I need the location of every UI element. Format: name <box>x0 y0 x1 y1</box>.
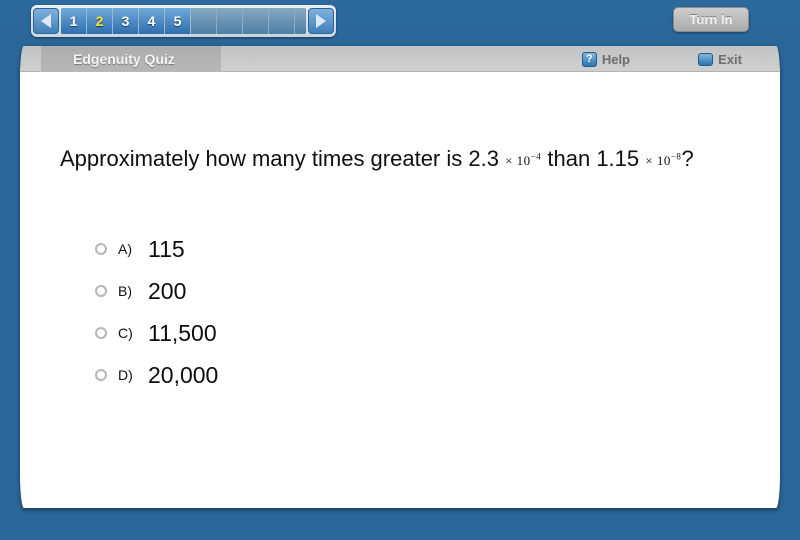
question-part-3: ? <box>681 146 694 171</box>
quiz-content-panel: Edgenuity Quiz ? Help Exit Approximately… <box>20 46 780 508</box>
next-question-button[interactable] <box>308 8 334 34</box>
question-slot-strip: 1 2 3 4 5 <box>61 8 306 34</box>
triangle-right-icon <box>316 14 326 28</box>
option-text-d: 20,000 <box>148 361 219 388</box>
option-text-b: 200 <box>148 277 187 304</box>
sci1-mantissa: × 10 <box>505 153 531 168</box>
question-slot-empty <box>217 8 243 34</box>
question-button-2[interactable]: 2 <box>87 8 113 34</box>
help-label: Help <box>601 51 630 67</box>
tab-edgenuity-quiz[interactable]: Edgenuity Quiz <box>41 46 221 72</box>
top-navigation-bar: 1 2 3 4 5 Turn In <box>0 0 800 44</box>
sci2-exponent: −8 <box>670 151 682 162</box>
question-part-1: Approximately how many times greater is … <box>60 146 499 171</box>
answer-options-list: A) 115 B) 200 C) 11,500 D) 20,000 <box>95 228 218 396</box>
radio-button-a[interactable] <box>95 243 107 255</box>
question-text: Approximately how many times greater is … <box>60 142 750 175</box>
sci2-mantissa: × 10 <box>645 153 671 168</box>
scientific-notation-2: × 10−8 <box>645 151 682 168</box>
help-button[interactable]: ? Help <box>581 46 630 72</box>
answer-option-d[interactable]: D) 20,000 <box>95 354 218 396</box>
question-slot-empty <box>295 8 306 34</box>
sci1-exponent: −4 <box>530 151 542 162</box>
radio-button-c[interactable] <box>95 327 107 339</box>
previous-question-button[interactable] <box>33 8 59 34</box>
option-letter-c: C) <box>118 325 133 341</box>
option-letter-b: B) <box>118 283 132 299</box>
exit-button[interactable]: Exit <box>698 46 742 72</box>
answer-option-b[interactable]: B) 200 <box>95 270 218 312</box>
scientific-notation-1: × 10−4 <box>505 151 542 168</box>
option-letter-d: D) <box>118 367 133 383</box>
turn-in-button[interactable]: Turn In <box>673 7 749 32</box>
question-button-5[interactable]: 5 <box>165 8 191 34</box>
answer-option-c[interactable]: C) 11,500 <box>95 312 218 354</box>
question-mark-icon: ? <box>581 51 597 67</box>
question-slot-empty <box>243 8 269 34</box>
exit-door-icon <box>698 52 714 66</box>
option-text-c: 11,500 <box>148 319 217 346</box>
radio-button-b[interactable] <box>95 285 107 297</box>
question-button-1[interactable]: 1 <box>61 8 87 34</box>
question-button-4[interactable]: 4 <box>139 8 165 34</box>
question-part-2: than 1.15 <box>547 146 640 171</box>
question-slot-empty <box>269 8 295 34</box>
exit-label: Exit <box>718 51 742 67</box>
question-slot-empty <box>191 8 217 34</box>
triangle-left-icon <box>41 14 51 28</box>
answer-option-a[interactable]: A) 115 <box>95 228 218 270</box>
option-text-a: 115 <box>148 235 185 262</box>
option-letter-a: A) <box>118 241 132 257</box>
radio-button-d[interactable] <box>95 369 107 381</box>
question-button-3[interactable]: 3 <box>113 8 139 34</box>
question-navigator: 1 2 3 4 5 <box>31 5 336 37</box>
quiz-toolbar: Edgenuity Quiz ? Help Exit <box>20 46 780 72</box>
